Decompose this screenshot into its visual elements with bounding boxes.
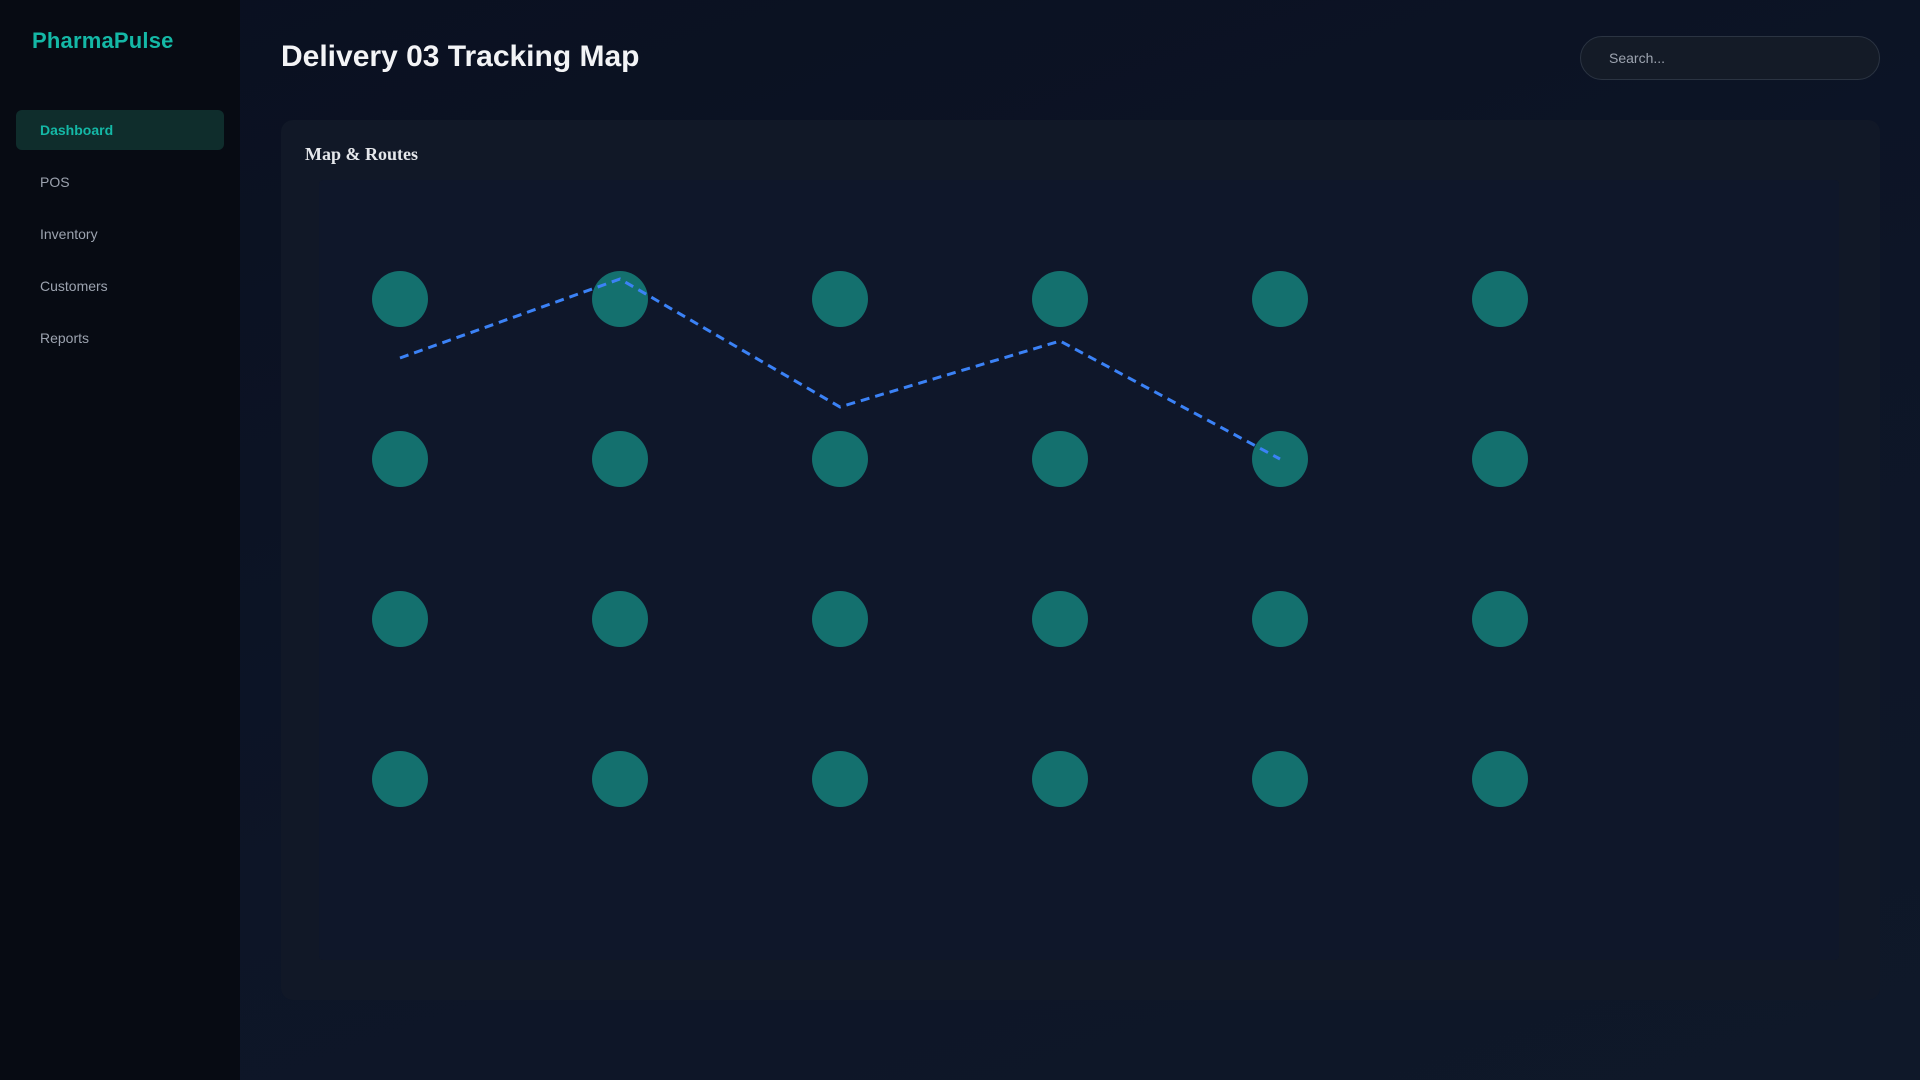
sidebar-item-customers[interactable]: Customers <box>16 266 224 306</box>
map-node[interactable] <box>1472 591 1528 647</box>
card-title: Map & Routes <box>305 144 418 164</box>
page-title: Delivery 03 Tracking Map <box>281 40 640 73</box>
brand-logo[interactable]: PharmaPulse <box>32 28 174 54</box>
map-node[interactable] <box>372 591 428 647</box>
map-node[interactable] <box>1472 271 1528 327</box>
map-node[interactable] <box>1032 591 1088 647</box>
map-node[interactable] <box>1252 591 1308 647</box>
map-canvas[interactable] <box>319 180 1839 960</box>
map-node[interactable] <box>812 431 868 487</box>
search-input[interactable] <box>1580 36 1880 80</box>
sidebar-nav: Dashboard POS Inventory Customers Report… <box>16 110 224 370</box>
map-card: Map & Routes <box>281 120 1880 1000</box>
map-node[interactable] <box>372 751 428 807</box>
map-node[interactable] <box>1032 271 1088 327</box>
map-node[interactable] <box>812 271 868 327</box>
map-node[interactable] <box>592 591 648 647</box>
map-node[interactable] <box>1032 751 1088 807</box>
map-node[interactable] <box>372 271 428 327</box>
map-node[interactable] <box>592 431 648 487</box>
map-node[interactable] <box>1472 751 1528 807</box>
map-node[interactable] <box>1472 431 1528 487</box>
sidebar-item-reports[interactable]: Reports <box>16 318 224 358</box>
map-node[interactable] <box>1032 431 1088 487</box>
map-node[interactable] <box>1252 751 1308 807</box>
map-node[interactable] <box>1252 271 1308 327</box>
map-svg <box>372 271 1528 807</box>
map-node[interactable] <box>812 591 868 647</box>
map-node[interactable] <box>592 751 648 807</box>
app-root: PharmaPulse Dashboard POS Inventory Cust… <box>0 0 1920 1080</box>
sidebar-item-pos[interactable]: POS <box>16 162 224 202</box>
map-node[interactable] <box>372 431 428 487</box>
sidebar: PharmaPulse Dashboard POS Inventory Cust… <box>0 0 240 1080</box>
map-node[interactable] <box>812 751 868 807</box>
sidebar-item-dashboard[interactable]: Dashboard <box>16 110 224 150</box>
sidebar-item-inventory[interactable]: Inventory <box>16 214 224 254</box>
